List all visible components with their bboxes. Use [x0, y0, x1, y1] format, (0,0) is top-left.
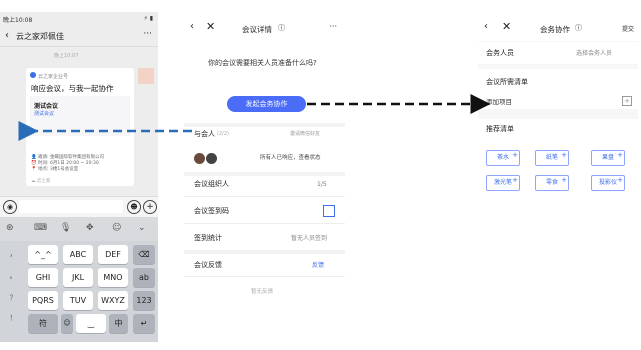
flow-arrows: [18, 94, 491, 141]
